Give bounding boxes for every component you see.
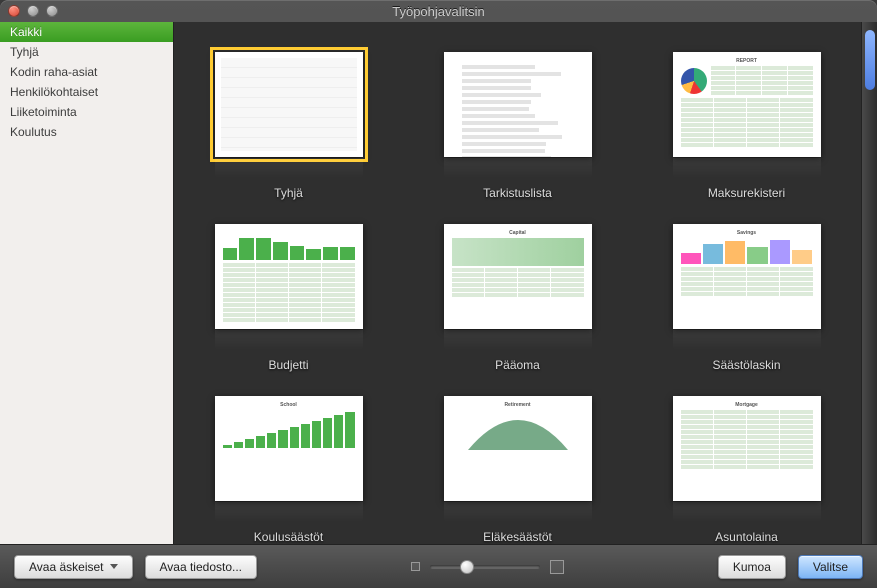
- template-label: Pääoma: [495, 358, 540, 372]
- traffic-lights: [8, 5, 58, 17]
- template-retirement[interactable]: Retirement Eläkesäästöt: [423, 396, 612, 544]
- zoom-large-icon: [550, 560, 564, 574]
- thumbnail-reflection: [673, 158, 821, 178]
- minimize-icon[interactable]: [27, 5, 39, 17]
- template-label: Koulusäästöt: [254, 530, 323, 544]
- template-thumbnail[interactable]: Retirement: [444, 396, 592, 501]
- thumbnail-reflection: [215, 158, 363, 178]
- template-label: Eläkesäästöt: [483, 530, 552, 544]
- choose-label: Valitse: [813, 560, 848, 574]
- template-checklist[interactable]: Tarkistuslista: [423, 52, 612, 200]
- zoom-small-icon: [411, 562, 420, 571]
- sidebar-item-3[interactable]: Henkilökohtaiset: [0, 82, 173, 102]
- thumbnail-reflection: [444, 502, 592, 522]
- template-thumbnail[interactable]: Savings: [673, 224, 821, 329]
- template-label: Tyhjä: [274, 186, 303, 200]
- window-title: Työpohjavalitsin: [0, 4, 877, 19]
- zoom-icon[interactable]: [46, 5, 58, 17]
- cancel-button[interactable]: Kumoa: [718, 555, 786, 579]
- open-file-label: Avaa tiedosto...: [160, 560, 243, 574]
- template-thumbnail[interactable]: Capital: [444, 224, 592, 329]
- sidebar-item-5[interactable]: Koulutus: [0, 122, 173, 142]
- titlebar: Työpohjavalitsin: [0, 0, 877, 22]
- close-icon[interactable]: [8, 5, 20, 17]
- template-register[interactable]: REPORT Maksurekisteri: [652, 52, 841, 200]
- open-recent-label: Avaa äskeiset: [29, 560, 104, 574]
- template-mortgage[interactable]: Mortgage Asuntolaina: [652, 396, 841, 544]
- template-label: Säästölaskin: [712, 358, 780, 372]
- window-frame: Työpohjavalitsin KaikkiTyhjäKodin raha-a…: [0, 0, 877, 588]
- template-gallery: Tyhjä Tarkistuslista REPORT Maksurekisteri B…: [174, 22, 861, 544]
- thumbnail-reflection: [673, 502, 821, 522]
- template-thumbnail[interactable]: REPORT: [673, 52, 821, 157]
- template-capital[interactable]: Capital Pääoma: [423, 224, 612, 372]
- template-label: Tarkistuslista: [483, 186, 552, 200]
- sidebar-item-1[interactable]: Tyhjä: [0, 42, 173, 62]
- template-thumbnail[interactable]: School: [215, 396, 363, 501]
- thumbnail-reflection: [215, 330, 363, 350]
- template-thumbnail[interactable]: [215, 224, 363, 329]
- thumbnail-reflection: [673, 330, 821, 350]
- gallery-wrap: Tyhjä Tarkistuslista REPORT Maksurekisteri B…: [174, 22, 877, 544]
- cancel-label: Kumoa: [733, 560, 771, 574]
- open-recent-button[interactable]: Avaa äskeiset: [14, 555, 133, 579]
- template-label: Asuntolaina: [715, 530, 778, 544]
- scroll-thumb[interactable]: [865, 30, 875, 90]
- template-label: Budjetti: [268, 358, 308, 372]
- sidebar-item-4[interactable]: Liiketoiminta: [0, 102, 173, 122]
- category-sidebar: KaikkiTyhjäKodin raha-asiatHenkilökohtai…: [0, 22, 174, 544]
- template-budget[interactable]: Budjetti: [194, 224, 383, 372]
- template-savings[interactable]: Savings Säästölaskin: [652, 224, 841, 372]
- template-thumbnail[interactable]: [215, 52, 363, 157]
- template-blank[interactable]: Tyhjä: [194, 52, 383, 200]
- choose-button[interactable]: Valitse: [798, 555, 863, 579]
- thumbnail-zoom-slider[interactable]: [411, 560, 564, 574]
- gallery-scrollbar[interactable]: [861, 22, 877, 544]
- open-file-button[interactable]: Avaa tiedosto...: [145, 555, 258, 579]
- thumbnail-reflection: [444, 158, 592, 178]
- thumbnail-reflection: [215, 502, 363, 522]
- bottom-toolbar: Avaa äskeiset Avaa tiedosto... Kumoa Val…: [0, 544, 877, 588]
- template-thumbnail[interactable]: [444, 52, 592, 157]
- template-school[interactable]: School Koulusäästöt: [194, 396, 383, 544]
- sidebar-item-2[interactable]: Kodin raha-asiat: [0, 62, 173, 82]
- chevron-down-icon: [110, 564, 118, 569]
- slider-knob[interactable]: [460, 560, 474, 574]
- template-label: Maksurekisteri: [708, 186, 785, 200]
- template-thumbnail[interactable]: Mortgage: [673, 396, 821, 501]
- slider-track[interactable]: [430, 565, 540, 569]
- thumbnail-reflection: [444, 330, 592, 350]
- sidebar-item-0[interactable]: Kaikki: [0, 22, 173, 42]
- content-area: KaikkiTyhjäKodin raha-asiatHenkilökohtai…: [0, 22, 877, 544]
